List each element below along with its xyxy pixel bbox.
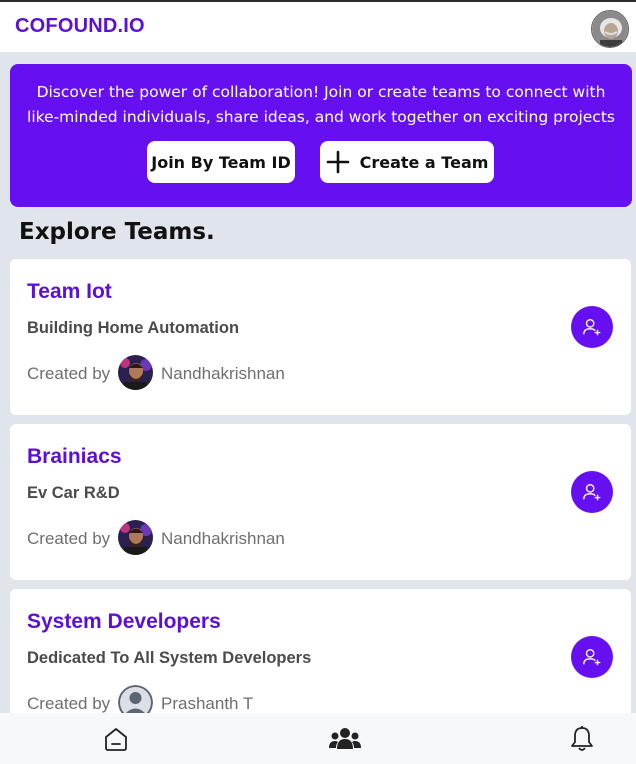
team-description: Ev Car R&D [27,484,120,502]
user-avatar[interactable] [591,10,629,48]
join-team-button[interactable] [571,306,613,348]
creator-name: Prashanth T [161,694,254,713]
team-name[interactable]: Team Iot [27,280,112,304]
home-icon [105,728,127,751]
hero-text: Discover the power of collaboration! Joi… [27,83,615,126]
created-by-label: Created by [27,364,111,383]
bell-icon [571,726,593,751]
top-bar: COFOUND.IO [0,0,636,52]
user-avatar-image [592,11,628,47]
team-card[interactable]: Team Iot Building Home Automation Create… [10,259,631,415]
team-card[interactable]: Brainiacs Ev Car R&D Created by Nandhakr… [10,424,631,580]
team-name[interactable]: Brainiacs [27,445,122,469]
creator-avatar [118,520,153,555]
creator-avatar [118,355,153,390]
join-team-button[interactable] [571,636,613,678]
nav-notifications[interactable] [565,723,599,755]
section-title: Explore Teams. [19,219,215,245]
created-by-label: Created by [27,529,111,548]
join-by-team-id-button[interactable]: Join By Team ID [147,141,295,183]
creator-name: Nandhakrishnan [161,364,285,383]
created-by-label: Created by [27,694,111,713]
bottom-nav [0,713,636,764]
team-description: Dedicated To All System Developers [27,649,312,667]
team-name[interactable]: System Developers [27,610,221,634]
nav-home[interactable] [99,723,133,755]
add-user-icon [583,483,601,501]
join-team-button[interactable] [571,471,613,513]
join-by-team-id-label: Join By Team ID [151,152,291,172]
create-team-label: Create a Team [359,152,489,172]
nav-teams[interactable] [328,723,362,755]
add-user-icon [583,648,601,666]
creator-name: Nandhakrishnan [161,529,285,548]
add-user-icon [583,318,601,336]
create-team-button[interactable]: Create a Team [320,141,494,183]
hero-banner: Discover the power of collaboration! Joi… [10,64,632,207]
plus-icon [326,150,349,174]
brand-logo[interactable]: COFOUND.IO [15,15,145,38]
teams-icon [329,728,361,749]
team-description: Building Home Automation [27,319,240,337]
